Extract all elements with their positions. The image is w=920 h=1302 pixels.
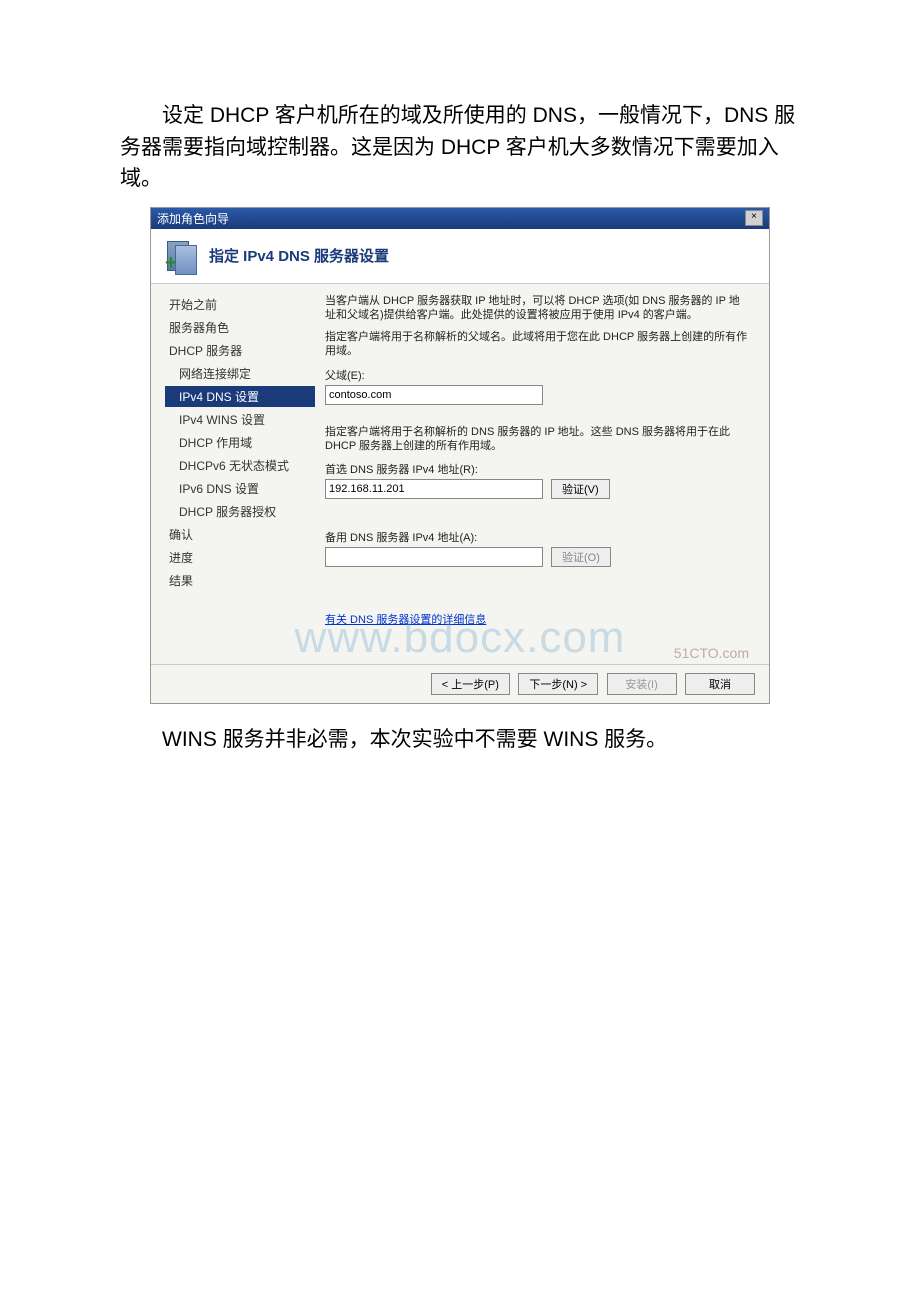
sidebar-item-0[interactable]: 开始之前 (165, 294, 315, 315)
wizard-dialog: 添加角色向导 × + 指定 IPv4 DNS 服务器设置 开始之前服务器角色DH… (150, 207, 770, 704)
wizard-footer: < 上一步(P) 下一步(N) > 安装(I) 取消 (151, 664, 769, 703)
sidebar-item-6[interactable]: DHCP 作用域 (165, 432, 315, 453)
verify-button-2[interactable]: 验证(O) (551, 547, 611, 567)
desc-3: 指定客户端将用于名称解析的 DNS 服务器的 IP 地址。这些 DNS 服务器将… (325, 425, 749, 454)
sidebar-item-8[interactable]: IPv6 DNS 设置 (165, 478, 315, 499)
sidebar-item-7[interactable]: DHCPv6 无状态模式 (165, 455, 315, 476)
prev-button[interactable]: < 上一步(P) (431, 673, 510, 695)
verify-button-1[interactable]: 验证(V) (551, 479, 610, 499)
wizard-content: 当客户端从 DHCP 服务器获取 IP 地址时，可以将 DHCP 选项(如 DN… (315, 284, 769, 664)
alternate-dns-label: 备用 DNS 服务器 IPv4 地址(A): (325, 529, 749, 545)
wizard-sidebar: 开始之前服务器角色DHCP 服务器网络连接绑定IPv4 DNS 设置IPv4 W… (151, 284, 315, 664)
install-button: 安装(I) (607, 673, 677, 695)
cancel-button[interactable]: 取消 (685, 673, 755, 695)
parent-domain-label: 父域(E): (325, 367, 749, 383)
sidebar-item-10[interactable]: 确认 (165, 524, 315, 545)
sidebar-item-4[interactable]: IPv4 DNS 设置 (165, 386, 315, 407)
sidebar-item-2[interactable]: DHCP 服务器 (165, 340, 315, 361)
wizard-icon: + (165, 239, 199, 273)
alternate-dns-input[interactable] (325, 547, 543, 567)
close-icon[interactable]: × (745, 210, 763, 226)
desc-2: 指定客户端将用于名称解析的父域名。此域将用于您在此 DHCP 服务器上创建的所有… (325, 330, 749, 359)
dialog-header: + 指定 IPv4 DNS 服务器设置 (151, 229, 769, 284)
sidebar-item-5[interactable]: IPv4 WINS 设置 (165, 409, 315, 430)
intro-para-1: 设定 DHCP 客户机所在的域及所使用的 DNS，一般情况下，DNS 服务器需要… (120, 100, 800, 195)
sidebar-item-1[interactable]: 服务器角色 (165, 317, 315, 338)
parent-domain-input[interactable] (325, 385, 543, 405)
sidebar-item-11[interactable]: 进度 (165, 547, 315, 568)
preferred-dns-input[interactable] (325, 479, 543, 499)
preferred-dns-label: 首选 DNS 服务器 IPv4 地址(R): (325, 461, 749, 477)
sidebar-item-3[interactable]: 网络连接绑定 (165, 363, 315, 384)
sidebar-item-9[interactable]: DHCP 服务器授权 (165, 501, 315, 522)
more-info-link[interactable]: 有关 DNS 服务器设置的详细信息 (325, 611, 486, 627)
desc-1: 当客户端从 DHCP 服务器获取 IP 地址时，可以将 DHCP 选项(如 DN… (325, 294, 749, 323)
titlebar-text: 添加角色向导 (157, 210, 229, 227)
titlebar: 添加角色向导 × (151, 208, 769, 229)
next-button[interactable]: 下一步(N) > (518, 673, 598, 695)
sidebar-item-12[interactable]: 结果 (165, 570, 315, 591)
intro-para-2: WINS 服务并非必需，本次实验中不需要 WINS 服务。 (120, 724, 800, 756)
dialog-title: 指定 IPv4 DNS 服务器设置 (209, 245, 389, 266)
